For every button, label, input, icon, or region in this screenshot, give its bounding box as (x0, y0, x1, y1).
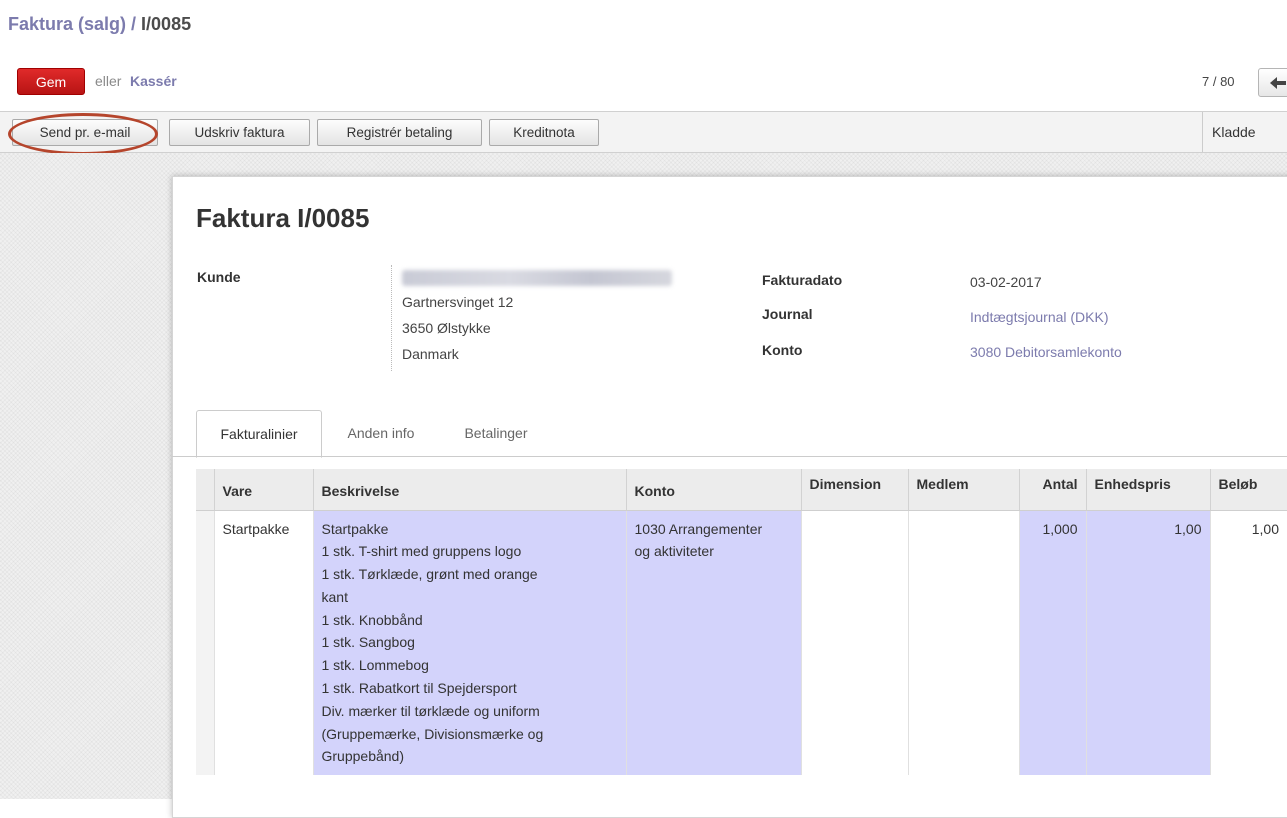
column-header-antal[interactable]: Antal (1019, 469, 1087, 511)
invoice-date-label: Fakturadato (762, 272, 843, 288)
customer-address-line: Gartnersvinget 12 (402, 294, 514, 310)
description-line: 1 stk. Knobbånd (321, 611, 423, 628)
cell-vare[interactable]: Startpakke (214, 510, 314, 776)
cell-konto[interactable]: 1030 Arrangementer og aktiviteter (626, 510, 802, 776)
description-line: Div. mærker til tørklæde og uniform (321, 702, 540, 719)
invoice-title: Faktura I/0085 (196, 203, 370, 233)
column-header-dimension[interactable]: Dimension (801, 469, 909, 511)
description-line: Startpakke (321, 520, 389, 537)
konto-line: 1030 Arrangementer (634, 520, 763, 537)
konto-line: og aktiviteter (634, 543, 714, 560)
description-line: 1 stk. T-shirt med gruppens logo (321, 543, 522, 560)
account-label: Konto (762, 342, 803, 358)
description-line: 1 stk. Tørklæde, grønt med orange (321, 566, 538, 583)
column-header-enhedspris[interactable]: Enhedspris (1086, 469, 1211, 511)
column-header-konto[interactable]: Konto (626, 469, 802, 511)
breadcrumb-separator: / (126, 14, 142, 34)
invoice-toolbar: Send pr. e-mail Udskriv faktura Registré… (0, 111, 1287, 153)
description-line: (Gruppemærke, Divisionsmærke og (321, 725, 544, 742)
invoice-lines-table: Vare Beskrivelse Konto Dimension Medlem … (196, 469, 1287, 799)
status-draft: Kladde (1202, 112, 1287, 152)
customer-label: Kunde (197, 269, 241, 285)
discard-link[interactable]: Kassér (130, 73, 177, 89)
cell-antal[interactable]: 1,000 (1019, 510, 1087, 776)
account-link[interactable]: 3080 Debitorsamlekonto (970, 344, 1122, 360)
tab-payments[interactable]: Betalinger (446, 410, 546, 456)
column-header-vare[interactable]: Vare (214, 469, 314, 511)
journal-link[interactable]: Indtægtsjournal (DKK) (970, 309, 1109, 325)
description-line: 1 stk. Lommebog (321, 657, 429, 674)
tab-other-info[interactable]: Anden info (332, 410, 430, 456)
table-row[interactable]: Startpakke Startpakke 1 stk. T-shirt med… (196, 510, 1287, 776)
breadcrumb-current: I/0085 (141, 14, 192, 34)
description-line: kant (321, 588, 348, 605)
journal-label: Journal (762, 306, 813, 322)
field-divider (391, 265, 392, 371)
tab-invoice-lines[interactable]: Fakturalinier (196, 410, 322, 458)
cell-beloeb: 1,00 (1251, 520, 1279, 537)
cell-medlem[interactable] (908, 510, 1020, 776)
pager-previous-button[interactable] (1258, 68, 1287, 97)
column-header-medlem[interactable]: Medlem (908, 469, 1020, 511)
highlight-oval-annotation (8, 113, 158, 155)
cell-dimension[interactable] (801, 510, 909, 776)
column-header-beskrivelse[interactable]: Beskrivelse (313, 469, 627, 511)
description-line: Gruppebånd) (321, 748, 405, 765)
print-invoice-button[interactable]: Udskriv faktura (169, 119, 310, 146)
row-handle[interactable] (196, 510, 215, 776)
arrow-left-icon (1270, 77, 1286, 89)
breadcrumb: Faktura (salg) / I/0085 (8, 14, 191, 35)
description-line: 1 stk. Sangbog (321, 634, 415, 651)
pager-counter: 7 / 80 (1202, 74, 1235, 89)
description-line: 1 stk. Rabatkort til Spejdersport (321, 680, 517, 697)
customer-address-line: Danmark (402, 346, 459, 362)
column-header-beloeb[interactable]: Beløb (1210, 469, 1287, 511)
credit-note-button[interactable]: Kreditnota (489, 119, 599, 146)
register-payment-button[interactable]: Registrér betaling (317, 119, 482, 146)
table-header-row: Vare Beskrivelse Konto Dimension Medlem … (196, 469, 1287, 511)
cell-enhedspris[interactable]: 1,00 (1086, 510, 1211, 776)
customer-name-redacted[interactable] (402, 270, 672, 286)
save-button[interactable]: Gem (17, 68, 85, 95)
or-label: eller (95, 73, 122, 89)
invoice-date-value[interactable]: 03-02-2017 (970, 274, 1042, 290)
customer-address-line: 3650 Ølstykke (402, 320, 491, 336)
tab-divider (172, 456, 1287, 457)
breadcrumb-parent-link[interactable]: Faktura (salg) (8, 14, 126, 34)
row-handle-header (196, 469, 215, 511)
cell-beskrivelse[interactable]: Startpakke 1 stk. T-shirt med gruppens l… (313, 510, 627, 776)
